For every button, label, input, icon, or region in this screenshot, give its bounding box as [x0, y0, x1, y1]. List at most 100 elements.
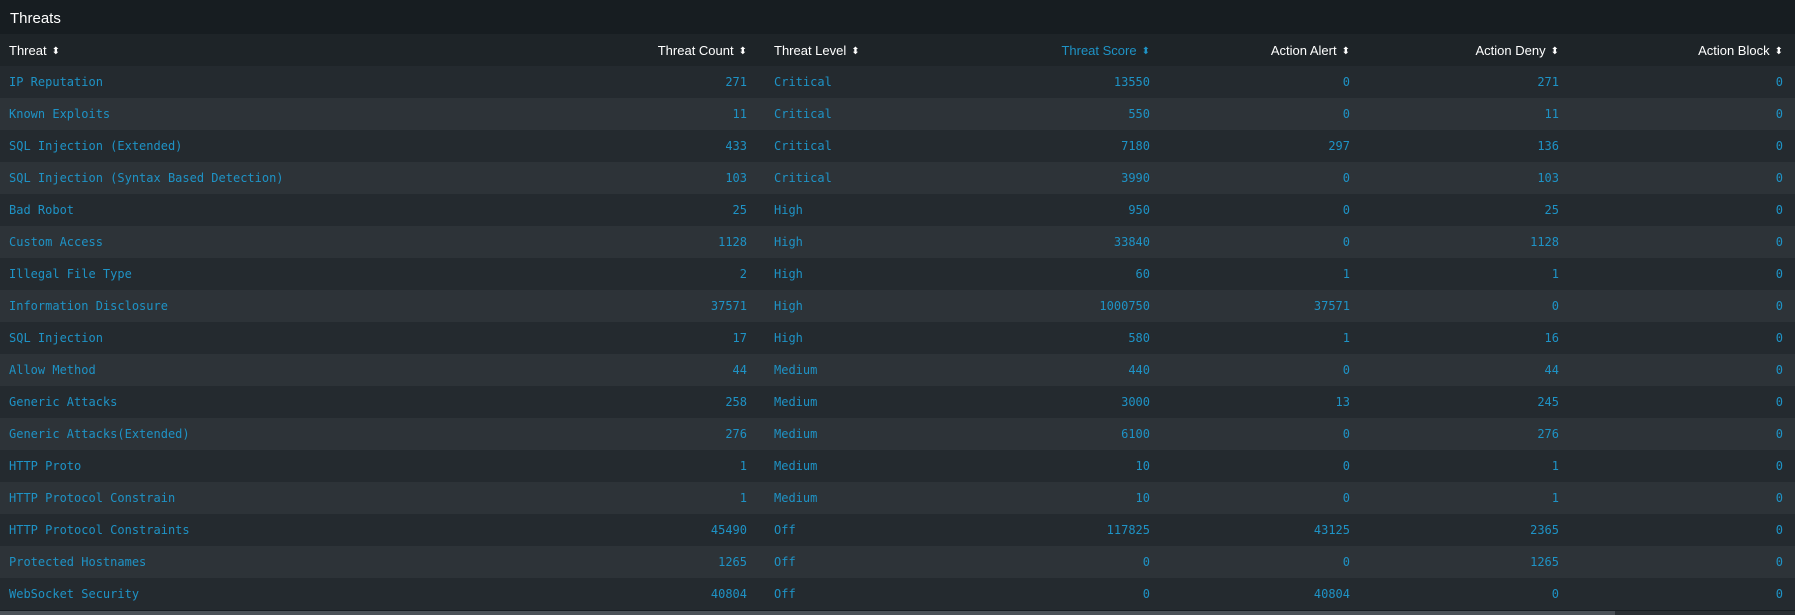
threat-count-cell[interactable]: 433	[405, 130, 759, 162]
action-alert-cell[interactable]: 40804	[1162, 578, 1362, 610]
threat-score-cell[interactable]: 0	[935, 546, 1162, 578]
action-block-cell[interactable]: 0	[1571, 546, 1795, 578]
action-deny-cell[interactable]: 1	[1362, 258, 1571, 290]
action-alert-cell[interactable]: 1	[1162, 258, 1362, 290]
col-header-threat-score[interactable]: Threat Score ⬍	[935, 34, 1162, 66]
threat-score-cell[interactable]: 7180	[935, 130, 1162, 162]
action-deny-cell[interactable]: 0	[1362, 290, 1571, 322]
threat-score-cell[interactable]: 550	[935, 98, 1162, 130]
action-deny-cell[interactable]: 11	[1362, 98, 1571, 130]
action-block-cell[interactable]: 0	[1571, 130, 1795, 162]
action-alert-cell[interactable]: 0	[1162, 98, 1362, 130]
action-block-cell[interactable]: 0	[1571, 194, 1795, 226]
threat-level-cell[interactable]: High	[759, 226, 935, 258]
action-block-cell[interactable]: 0	[1571, 66, 1795, 98]
threat-name-cell[interactable]: HTTP Protocol Constraints	[0, 514, 405, 546]
col-header-action-deny[interactable]: Action Deny ⬍	[1362, 34, 1571, 66]
action-block-cell[interactable]: 0	[1571, 226, 1795, 258]
action-alert-cell[interactable]: 0	[1162, 418, 1362, 450]
action-deny-cell[interactable]: 44	[1362, 354, 1571, 386]
action-alert-cell[interactable]: 297	[1162, 130, 1362, 162]
threat-level-cell[interactable]: Critical	[759, 66, 935, 98]
threat-name-cell[interactable]: HTTP Protocol Constrain	[0, 482, 405, 514]
threat-level-cell[interactable]: High	[759, 290, 935, 322]
col-header-threat-count[interactable]: Threat Count ⬍	[405, 34, 759, 66]
threat-name-cell[interactable]: IP Reputation	[0, 66, 405, 98]
horizontal-scrollbar[interactable]	[0, 611, 1795, 615]
threat-level-cell[interactable]: Medium	[759, 354, 935, 386]
action-block-cell[interactable]: 0	[1571, 418, 1795, 450]
action-block-cell[interactable]: 0	[1571, 98, 1795, 130]
threat-score-cell[interactable]: 117825	[935, 514, 1162, 546]
col-header-threat-level[interactable]: Threat Level ⬍	[759, 34, 935, 66]
threat-count-cell[interactable]: 276	[405, 418, 759, 450]
threat-level-cell[interactable]: Off	[759, 546, 935, 578]
threat-count-cell[interactable]: 103	[405, 162, 759, 194]
threat-score-cell[interactable]: 3000	[935, 386, 1162, 418]
action-deny-cell[interactable]: 2365	[1362, 514, 1571, 546]
threat-score-cell[interactable]: 33840	[935, 226, 1162, 258]
threat-name-cell[interactable]: SQL Injection	[0, 322, 405, 354]
threat-score-cell[interactable]: 580	[935, 322, 1162, 354]
threat-name-cell[interactable]: Bad Robot	[0, 194, 405, 226]
threat-count-cell[interactable]: 17	[405, 322, 759, 354]
threat-name-cell[interactable]: Generic Attacks	[0, 386, 405, 418]
threat-level-cell[interactable]: Medium	[759, 386, 935, 418]
action-alert-cell[interactable]: 0	[1162, 162, 1362, 194]
action-block-cell[interactable]: 0	[1571, 354, 1795, 386]
action-block-cell[interactable]: 0	[1571, 386, 1795, 418]
threat-name-cell[interactable]: Illegal File Type	[0, 258, 405, 290]
threat-level-cell[interactable]: Critical	[759, 162, 935, 194]
threat-level-cell[interactable]: Critical	[759, 98, 935, 130]
threat-count-cell[interactable]: 25	[405, 194, 759, 226]
action-deny-cell[interactable]: 16	[1362, 322, 1571, 354]
threat-level-cell[interactable]: Medium	[759, 482, 935, 514]
action-block-cell[interactable]: 0	[1571, 258, 1795, 290]
threat-count-cell[interactable]: 40804	[405, 578, 759, 610]
action-alert-cell[interactable]: 1	[1162, 322, 1362, 354]
action-block-cell[interactable]: 0	[1571, 578, 1795, 610]
action-deny-cell[interactable]: 1	[1362, 482, 1571, 514]
action-deny-cell[interactable]: 0	[1362, 578, 1571, 610]
threat-score-cell[interactable]: 10	[935, 450, 1162, 482]
threat-score-cell[interactable]: 0	[935, 578, 1162, 610]
threat-score-cell[interactable]: 6100	[935, 418, 1162, 450]
action-alert-cell[interactable]: 0	[1162, 354, 1362, 386]
threat-count-cell[interactable]: 1	[405, 482, 759, 514]
action-alert-cell[interactable]: 0	[1162, 66, 1362, 98]
threat-level-cell[interactable]: High	[759, 258, 935, 290]
threat-count-cell[interactable]: 258	[405, 386, 759, 418]
threat-count-cell[interactable]: 11	[405, 98, 759, 130]
threat-score-cell[interactable]: 60	[935, 258, 1162, 290]
action-block-cell[interactable]: 0	[1571, 482, 1795, 514]
threat-count-cell[interactable]: 37571	[405, 290, 759, 322]
threat-score-cell[interactable]: 3990	[935, 162, 1162, 194]
action-alert-cell[interactable]: 0	[1162, 546, 1362, 578]
action-deny-cell[interactable]: 245	[1362, 386, 1571, 418]
action-deny-cell[interactable]: 271	[1362, 66, 1571, 98]
action-alert-cell[interactable]: 13	[1162, 386, 1362, 418]
threat-count-cell[interactable]: 271	[405, 66, 759, 98]
threat-name-cell[interactable]: Generic Attacks(Extended)	[0, 418, 405, 450]
action-deny-cell[interactable]: 25	[1362, 194, 1571, 226]
threat-level-cell[interactable]: Medium	[759, 418, 935, 450]
action-deny-cell[interactable]: 136	[1362, 130, 1571, 162]
threat-name-cell[interactable]: WebSocket Security	[0, 578, 405, 610]
action-alert-cell[interactable]: 43125	[1162, 514, 1362, 546]
col-header-threat[interactable]: Threat ⬍	[0, 34, 405, 66]
threat-score-cell[interactable]: 13550	[935, 66, 1162, 98]
action-alert-cell[interactable]: 0	[1162, 450, 1362, 482]
threat-level-cell[interactable]: Medium	[759, 450, 935, 482]
action-block-cell[interactable]: 0	[1571, 162, 1795, 194]
scrollbar-thumb[interactable]	[0, 611, 1615, 615]
threat-count-cell[interactable]: 1128	[405, 226, 759, 258]
threat-score-cell[interactable]: 440	[935, 354, 1162, 386]
action-block-cell[interactable]: 0	[1571, 290, 1795, 322]
threat-level-cell[interactable]: Off	[759, 578, 935, 610]
threat-score-cell[interactable]: 10	[935, 482, 1162, 514]
threat-score-cell[interactable]: 1000750	[935, 290, 1162, 322]
threat-name-cell[interactable]: Allow Method	[0, 354, 405, 386]
action-block-cell[interactable]: 0	[1571, 514, 1795, 546]
threat-name-cell[interactable]: SQL Injection (Extended)	[0, 130, 405, 162]
threat-name-cell[interactable]: Custom Access	[0, 226, 405, 258]
